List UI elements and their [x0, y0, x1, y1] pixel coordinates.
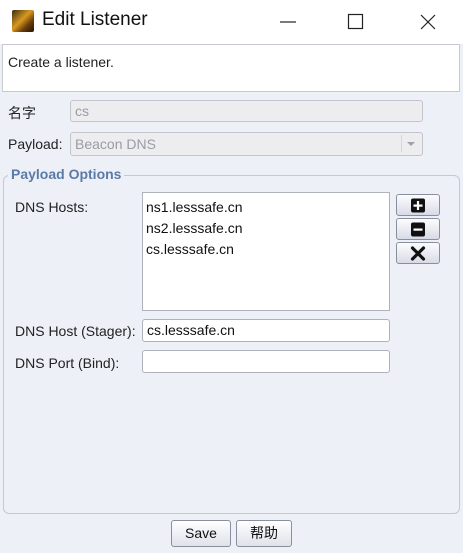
clear-hosts-button[interactable] [396, 242, 440, 264]
plus-icon [411, 198, 425, 213]
dns-port-bind-label: DNS Port (Bind): [15, 355, 120, 371]
description-text: Create a listener. [8, 54, 114, 70]
minus-icon [411, 222, 425, 237]
window-title: Edit Listener [42, 9, 148, 30]
description-panel: Create a listener. [2, 44, 460, 92]
list-item[interactable]: ns1.lesssafe.cn [146, 197, 386, 218]
maximize-button[interactable] [333, 0, 379, 44]
name-label: 名字 [8, 105, 36, 121]
payload-label: Payload: [8, 136, 63, 152]
payload-select[interactable]: Beacon DNS [70, 132, 423, 156]
add-host-button[interactable] [396, 194, 440, 216]
dns-host-stager-label: DNS Host (Stager): [15, 323, 136, 339]
remove-host-button[interactable] [396, 218, 440, 240]
dns-port-bind-field[interactable] [142, 350, 390, 373]
payload-select-value: Beacon DNS [75, 136, 156, 152]
x-icon [410, 246, 426, 261]
dns-host-stager-field[interactable]: cs.lesssafe.cn [142, 319, 390, 342]
list-item[interactable]: ns2.lesssafe.cn [146, 218, 386, 239]
close-icon [420, 14, 436, 30]
dns-hosts-label: DNS Hosts: [15, 199, 89, 215]
payload-options-title: Payload Options [8, 166, 125, 182]
app-logo-icon [12, 10, 34, 32]
save-button[interactable]: Save [171, 520, 231, 547]
close-button[interactable] [405, 0, 451, 44]
minimize-button[interactable] [265, 0, 311, 44]
chevron-down-icon[interactable] [401, 135, 420, 152]
name-field[interactable]: cs [70, 100, 423, 122]
help-button[interactable]: 帮助 [236, 520, 292, 547]
title-bar: Edit Listener [0, 0, 463, 44]
dns-hosts-list[interactable]: ns1.lesssafe.cn ns2.lesssafe.cn cs.lesss… [142, 192, 390, 311]
minimize-icon [280, 21, 296, 23]
list-item[interactable]: cs.lesssafe.cn [146, 239, 386, 260]
maximize-icon [347, 13, 364, 30]
